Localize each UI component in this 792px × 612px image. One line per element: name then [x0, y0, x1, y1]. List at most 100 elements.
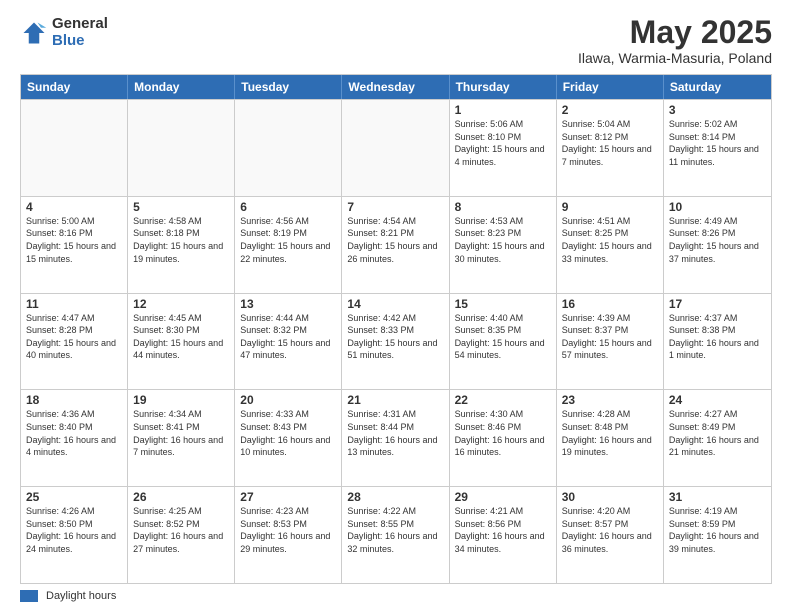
day-number: 28: [347, 490, 443, 504]
day-number: 29: [455, 490, 551, 504]
header-cell-tuesday: Tuesday: [235, 75, 342, 99]
day-number: 7: [347, 200, 443, 214]
day-cell-21: 21Sunrise: 4:31 AM Sunset: 8:44 PM Dayli…: [342, 390, 449, 486]
day-info: Sunrise: 4:31 AM Sunset: 8:44 PM Dayligh…: [347, 408, 443, 458]
day-info: Sunrise: 4:51 AM Sunset: 8:25 PM Dayligh…: [562, 215, 658, 265]
day-info: Sunrise: 4:19 AM Sunset: 8:59 PM Dayligh…: [669, 505, 766, 555]
logo-icon: [20, 19, 48, 47]
day-number: 23: [562, 393, 658, 407]
footer-label: Daylight hours: [46, 590, 116, 602]
day-number: 6: [240, 200, 336, 214]
calendar-row-1: 4Sunrise: 5:00 AM Sunset: 8:16 PM Daylig…: [21, 196, 771, 293]
day-cell-16: 16Sunrise: 4:39 AM Sunset: 8:37 PM Dayli…: [557, 294, 664, 390]
day-number: 20: [240, 393, 336, 407]
header-cell-sunday: Sunday: [21, 75, 128, 99]
day-cell-14: 14Sunrise: 4:42 AM Sunset: 8:33 PM Dayli…: [342, 294, 449, 390]
day-number: 15: [455, 297, 551, 311]
day-info: Sunrise: 4:56 AM Sunset: 8:19 PM Dayligh…: [240, 215, 336, 265]
day-cell-9: 9Sunrise: 4:51 AM Sunset: 8:25 PM Daylig…: [557, 197, 664, 293]
logo: General Blue: [20, 16, 108, 49]
day-info: Sunrise: 4:20 AM Sunset: 8:57 PM Dayligh…: [562, 505, 658, 555]
day-cell-10: 10Sunrise: 4:49 AM Sunset: 8:26 PM Dayli…: [664, 197, 771, 293]
day-info: Sunrise: 4:44 AM Sunset: 8:32 PM Dayligh…: [240, 312, 336, 362]
day-number: 21: [347, 393, 443, 407]
day-number: 13: [240, 297, 336, 311]
day-info: Sunrise: 4:30 AM Sunset: 8:46 PM Dayligh…: [455, 408, 551, 458]
daylight-color-box: [20, 590, 38, 602]
day-number: 16: [562, 297, 658, 311]
day-info: Sunrise: 4:25 AM Sunset: 8:52 PM Dayligh…: [133, 505, 229, 555]
day-number: 4: [26, 200, 122, 214]
day-info: Sunrise: 4:49 AM Sunset: 8:26 PM Dayligh…: [669, 215, 766, 265]
day-number: 1: [455, 103, 551, 117]
title-block: May 2025 Ilawa, Warmia-Masuria, Poland: [578, 16, 772, 66]
day-cell-27: 27Sunrise: 4:23 AM Sunset: 8:53 PM Dayli…: [235, 487, 342, 583]
day-info: Sunrise: 4:36 AM Sunset: 8:40 PM Dayligh…: [26, 408, 122, 458]
day-cell-empty-0-0: [21, 100, 128, 196]
day-cell-30: 30Sunrise: 4:20 AM Sunset: 8:57 PM Dayli…: [557, 487, 664, 583]
day-cell-13: 13Sunrise: 4:44 AM Sunset: 8:32 PM Dayli…: [235, 294, 342, 390]
day-cell-18: 18Sunrise: 4:36 AM Sunset: 8:40 PM Dayli…: [21, 390, 128, 486]
calendar-row-2: 11Sunrise: 4:47 AM Sunset: 8:28 PM Dayli…: [21, 293, 771, 390]
day-info: Sunrise: 4:42 AM Sunset: 8:33 PM Dayligh…: [347, 312, 443, 362]
day-number: 17: [669, 297, 766, 311]
day-cell-20: 20Sunrise: 4:33 AM Sunset: 8:43 PM Dayli…: [235, 390, 342, 486]
day-cell-22: 22Sunrise: 4:30 AM Sunset: 8:46 PM Dayli…: [450, 390, 557, 486]
day-info: Sunrise: 4:37 AM Sunset: 8:38 PM Dayligh…: [669, 312, 766, 362]
day-cell-24: 24Sunrise: 4:27 AM Sunset: 8:49 PM Dayli…: [664, 390, 771, 486]
page: General Blue May 2025 Ilawa, Warmia-Masu…: [0, 0, 792, 612]
day-info: Sunrise: 4:33 AM Sunset: 8:43 PM Dayligh…: [240, 408, 336, 458]
day-cell-12: 12Sunrise: 4:45 AM Sunset: 8:30 PM Dayli…: [128, 294, 235, 390]
day-info: Sunrise: 4:23 AM Sunset: 8:53 PM Dayligh…: [240, 505, 336, 555]
logo-general-text: General: [52, 16, 108, 33]
header: General Blue May 2025 Ilawa, Warmia-Masu…: [20, 16, 772, 66]
title-month: May 2025: [578, 16, 772, 48]
day-cell-29: 29Sunrise: 4:21 AM Sunset: 8:56 PM Dayli…: [450, 487, 557, 583]
day-number: 10: [669, 200, 766, 214]
day-cell-1: 1Sunrise: 5:06 AM Sunset: 8:10 PM Daylig…: [450, 100, 557, 196]
day-number: 14: [347, 297, 443, 311]
title-location: Ilawa, Warmia-Masuria, Poland: [578, 50, 772, 66]
day-cell-3: 3Sunrise: 5:02 AM Sunset: 8:14 PM Daylig…: [664, 100, 771, 196]
day-info: Sunrise: 4:54 AM Sunset: 8:21 PM Dayligh…: [347, 215, 443, 265]
day-number: 19: [133, 393, 229, 407]
day-info: Sunrise: 5:00 AM Sunset: 8:16 PM Dayligh…: [26, 215, 122, 265]
day-cell-28: 28Sunrise: 4:22 AM Sunset: 8:55 PM Dayli…: [342, 487, 449, 583]
day-info: Sunrise: 4:22 AM Sunset: 8:55 PM Dayligh…: [347, 505, 443, 555]
day-cell-23: 23Sunrise: 4:28 AM Sunset: 8:48 PM Dayli…: [557, 390, 664, 486]
calendar-row-0: 1Sunrise: 5:06 AM Sunset: 8:10 PM Daylig…: [21, 99, 771, 196]
day-cell-empty-0-2: [235, 100, 342, 196]
day-number: 11: [26, 297, 122, 311]
day-cell-empty-0-3: [342, 100, 449, 196]
calendar-header: SundayMondayTuesdayWednesdayThursdayFrid…: [21, 75, 771, 99]
header-cell-saturday: Saturday: [664, 75, 771, 99]
day-number: 27: [240, 490, 336, 504]
header-cell-monday: Monday: [128, 75, 235, 99]
day-number: 30: [562, 490, 658, 504]
day-info: Sunrise: 4:39 AM Sunset: 8:37 PM Dayligh…: [562, 312, 658, 362]
day-info: Sunrise: 4:40 AM Sunset: 8:35 PM Dayligh…: [455, 312, 551, 362]
day-cell-6: 6Sunrise: 4:56 AM Sunset: 8:19 PM Daylig…: [235, 197, 342, 293]
calendar-body: 1Sunrise: 5:06 AM Sunset: 8:10 PM Daylig…: [21, 99, 771, 583]
day-info: Sunrise: 5:02 AM Sunset: 8:14 PM Dayligh…: [669, 118, 766, 168]
logo-blue-text: Blue: [52, 33, 108, 50]
day-number: 2: [562, 103, 658, 117]
day-cell-empty-0-1: [128, 100, 235, 196]
day-number: 24: [669, 393, 766, 407]
day-cell-25: 25Sunrise: 4:26 AM Sunset: 8:50 PM Dayli…: [21, 487, 128, 583]
day-info: Sunrise: 4:58 AM Sunset: 8:18 PM Dayligh…: [133, 215, 229, 265]
day-number: 12: [133, 297, 229, 311]
day-info: Sunrise: 4:26 AM Sunset: 8:50 PM Dayligh…: [26, 505, 122, 555]
day-number: 3: [669, 103, 766, 117]
day-number: 18: [26, 393, 122, 407]
day-info: Sunrise: 4:27 AM Sunset: 8:49 PM Dayligh…: [669, 408, 766, 458]
day-cell-26: 26Sunrise: 4:25 AM Sunset: 8:52 PM Dayli…: [128, 487, 235, 583]
day-number: 31: [669, 490, 766, 504]
footer: Daylight hours: [20, 590, 772, 602]
day-number: 5: [133, 200, 229, 214]
header-cell-wednesday: Wednesday: [342, 75, 449, 99]
day-cell-31: 31Sunrise: 4:19 AM Sunset: 8:59 PM Dayli…: [664, 487, 771, 583]
day-cell-5: 5Sunrise: 4:58 AM Sunset: 8:18 PM Daylig…: [128, 197, 235, 293]
header-cell-friday: Friday: [557, 75, 664, 99]
day-info: Sunrise: 4:34 AM Sunset: 8:41 PM Dayligh…: [133, 408, 229, 458]
